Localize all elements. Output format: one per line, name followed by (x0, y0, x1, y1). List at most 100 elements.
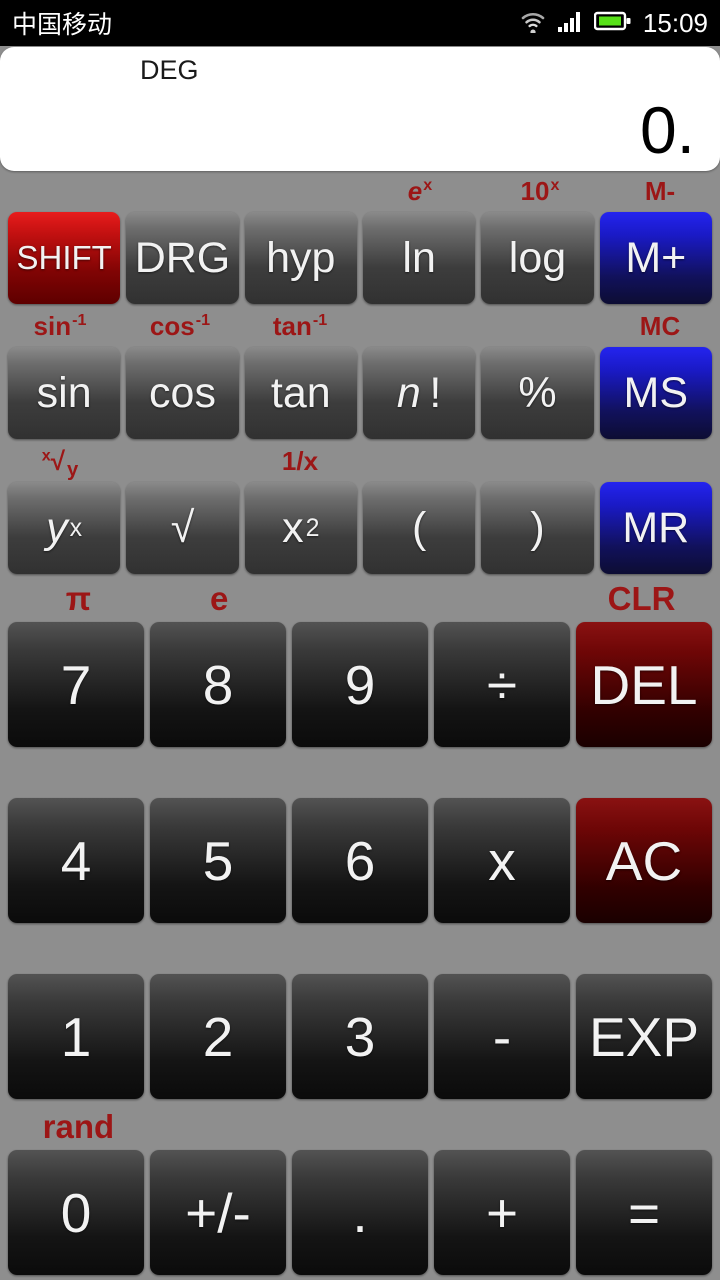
shift-label-all-clear (571, 752, 712, 798)
key-drg[interactable]: DRG (126, 212, 239, 304)
shift-label-arccos: cos-1 (149, 311, 211, 341)
key-delete[interactable]: DEL (576, 622, 712, 747)
key-sign-toggle[interactable]: +/- (150, 1150, 286, 1275)
shift-label-arctan: tan-1 (272, 311, 328, 341)
shift-label-shift (0, 171, 120, 212)
keypad-row-5-buttons: 4 5 6 x AC (0, 798, 720, 923)
keypad: ex 10x M- SHIFT DRG hyp ln log M+ sin-1 … (0, 171, 720, 1280)
key-percent[interactable]: % (481, 347, 594, 439)
keypad-row-5: 4 5 6 x AC (0, 752, 720, 928)
key-tan[interactable]: tan (244, 347, 357, 439)
shift-label-sqrt (120, 441, 240, 482)
keypad-row-6-buttons: 1 2 3 - EXP (0, 974, 720, 1099)
key-plus[interactable]: + (434, 1150, 570, 1275)
shift-label-nth-root: x√y (41, 446, 79, 482)
key-5[interactable]: 5 (150, 798, 286, 923)
shift-label-minus (430, 928, 571, 974)
wifi-icon (518, 9, 548, 38)
key-sin[interactable]: sin (8, 347, 121, 439)
shift-label-plus (430, 1104, 571, 1150)
shift-label-strip-6 (0, 928, 720, 974)
key-9[interactable]: 9 (292, 622, 428, 747)
key-2[interactable]: 2 (150, 974, 286, 1099)
shift-label-drg (120, 171, 240, 212)
key-cos[interactable]: cos (126, 347, 239, 439)
key-8[interactable]: 8 (150, 622, 286, 747)
shift-label-sign (149, 1104, 290, 1150)
keypad-row-4-buttons: 7 8 9 ÷ DEL (0, 622, 720, 747)
key-open-paren[interactable]: ( (362, 482, 476, 574)
shift-label-memory-recall (600, 441, 720, 482)
keypad-row-3-buttons: yx √ x2 ( ) MR (0, 482, 720, 574)
calculator-app: 中国移动 15:09 DEG 0. ex 10x M- SHIFT DRG hy… (0, 0, 720, 1280)
shift-label-pi: π (65, 580, 92, 617)
key-hyp[interactable]: hyp (244, 212, 357, 304)
shift-label-four (8, 752, 149, 798)
key-decimal[interactable]: . (292, 1150, 428, 1275)
shift-label-exp-e: ex (407, 176, 433, 206)
keypad-row-3: x√y 1/x yx √ x2 ( ) MR (0, 441, 720, 576)
key-close-paren[interactable]: ) (481, 482, 594, 574)
key-sqrt[interactable]: √ (126, 482, 239, 574)
shift-label-strip-7: rand (0, 1104, 720, 1150)
key-shift[interactable]: SHIFT (8, 212, 121, 304)
key-log[interactable]: log (481, 212, 594, 304)
key-memory-store[interactable]: MS (599, 347, 712, 439)
keypad-row-1-buttons: SHIFT DRG hyp ln log M+ (0, 212, 720, 304)
shift-label-close-paren (480, 441, 600, 482)
shift-label-five (149, 752, 290, 798)
battery-icon (593, 10, 632, 37)
clock-label: 15:09 (642, 7, 708, 38)
shift-label-strip-5 (0, 752, 720, 798)
key-all-clear[interactable]: AC (576, 798, 712, 923)
status-icons-group: 15:09 (518, 8, 708, 39)
keypad-row-2: sin-1 cos-1 tan-1 MC sin cos tan n ! % M… (0, 306, 720, 441)
key-square[interactable]: x2 (244, 482, 357, 574)
shift-label-equals (571, 1104, 712, 1150)
shift-label-euler: e (210, 580, 229, 617)
shift-label-clear: CLR (607, 580, 676, 617)
key-3[interactable]: 3 (292, 974, 428, 1099)
key-exp[interactable]: EXP (576, 974, 712, 1099)
key-multiply[interactable]: x (434, 798, 570, 923)
key-divide[interactable]: ÷ (434, 622, 570, 747)
calculator-display[interactable]: DEG 0. (0, 47, 720, 171)
shift-label-arcsin: sin-1 (33, 311, 87, 341)
keypad-row-2-buttons: sin cos tan n ! % MS (0, 347, 720, 439)
keypad-row-1: ex 10x M- SHIFT DRG hyp ln log M+ (0, 171, 720, 306)
keypad-row-4: π e CLR 7 8 9 ÷ DEL (0, 576, 720, 752)
key-4[interactable]: 4 (8, 798, 144, 923)
key-1[interactable]: 1 (8, 974, 144, 1099)
key-memory-recall[interactable]: MR (599, 482, 712, 574)
keypad-row-7: rand 0 +/- . + = (0, 1104, 720, 1280)
shift-label-nine (290, 576, 431, 622)
shift-label-strip-2: sin-1 cos-1 tan-1 MC (0, 306, 720, 347)
shift-label-multiply (430, 752, 571, 798)
key-0[interactable]: 0 (8, 1150, 144, 1275)
shift-label-percent (480, 306, 600, 347)
shift-label-memory-clear: MC (639, 311, 681, 341)
shift-label-strip-1: ex 10x M- (0, 171, 720, 212)
key-ln[interactable]: ln (362, 212, 476, 304)
shift-label-two (149, 928, 290, 974)
key-memory-plus[interactable]: M+ (599, 212, 712, 304)
key-power[interactable]: yx (8, 482, 121, 574)
shift-label-strip-4: π e CLR (0, 576, 720, 622)
keypad-row-6: 1 2 3 - EXP (0, 928, 720, 1104)
shift-label-exp (571, 928, 712, 974)
shift-label-three (290, 928, 431, 974)
shift-label-one (8, 928, 149, 974)
shift-label-memory-minus: M- (644, 176, 676, 206)
key-equals[interactable]: = (576, 1150, 712, 1275)
shift-label-six (290, 752, 431, 798)
display-value: 0. (639, 93, 695, 167)
keypad-row-7-buttons: 0 +/- . + = (0, 1150, 720, 1275)
shift-label-reciprocal: 1/x (281, 446, 319, 476)
key-7[interactable]: 7 (8, 622, 144, 747)
shift-label-divide (430, 576, 571, 622)
key-factorial[interactable]: n ! (362, 347, 476, 439)
shift-label-strip-3: x√y 1/x (0, 441, 720, 482)
status-bar: 中国移动 15:09 (0, 0, 720, 46)
key-6[interactable]: 6 (292, 798, 428, 923)
key-minus[interactable]: - (434, 974, 570, 1099)
